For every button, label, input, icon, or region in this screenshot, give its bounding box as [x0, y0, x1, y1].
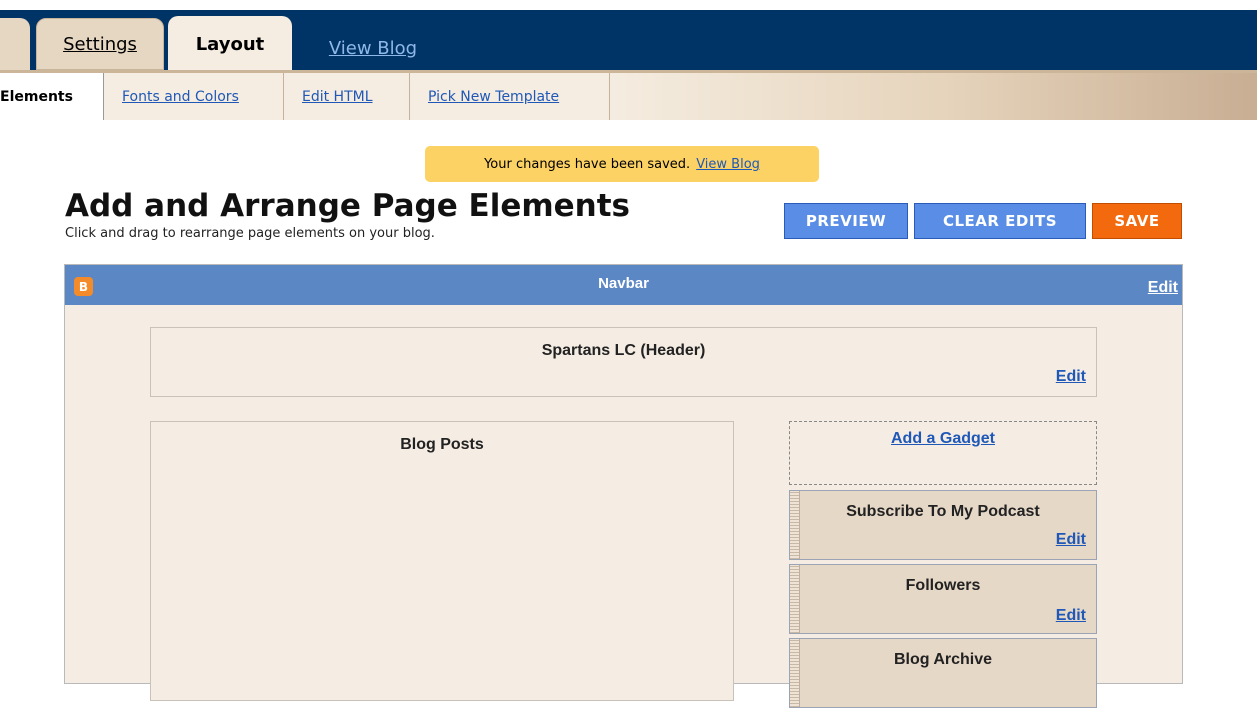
layout-canvas: B Navbar Edit Spartans LC (Header) Edit … — [64, 264, 1183, 708]
subnav-edit-html-link[interactable]: Edit HTML — [302, 89, 373, 105]
drag-handle[interactable] — [790, 639, 800, 707]
subnav-edit-html[interactable]: Edit HTML — [284, 73, 410, 120]
sidebar-widget-blog-archive[interactable]: Blog Archive — [789, 638, 1097, 708]
add-gadget-box[interactable]: Add a Gadget — [789, 421, 1097, 485]
blog-posts-title: Blog Posts — [400, 436, 484, 453]
subnav-pick-template[interactable]: Pick New Template — [410, 73, 610, 120]
tab-view-blog-label[interactable]: View Blog — [329, 38, 417, 59]
tab-layout[interactable]: Layout — [168, 16, 292, 72]
tab-settings[interactable]: Settings — [36, 18, 164, 70]
sidebar-widget-title: Blog Archive — [893, 651, 993, 668]
saved-notice-text: Your changes have been saved. — [484, 156, 691, 172]
sidebar-widget-title: Subscribe To My Podcast — [846, 503, 1040, 520]
subnav-fonts-link[interactable]: Fonts and Colors — [122, 89, 239, 105]
add-gadget-link[interactable]: Add a Gadget — [891, 430, 995, 448]
tab-layout-label: Layout — [195, 33, 265, 55]
tab-view-blog[interactable]: View Blog — [318, 22, 428, 74]
sidebar-widget-title: Followers — [905, 577, 981, 594]
page-subtitle: Click and drag to rearrange page element… — [65, 226, 435, 241]
preview-button[interactable]: PREVIEW — [784, 203, 908, 239]
sidebar-widget-podcast[interactable]: Subscribe To My Podcast Edit — [789, 490, 1097, 560]
sidebar-widget-edit-link[interactable]: Edit — [1056, 607, 1086, 625]
tab-previous[interactable] — [0, 18, 30, 70]
header-widget[interactable]: Spartans LC (Header) Edit — [150, 327, 1097, 397]
blog-posts-widget[interactable]: Blog Posts — [150, 421, 734, 701]
subnav-page-elements-label: Elements — [0, 88, 73, 105]
subnav-fonts-and-colors[interactable]: Fonts and Colors — [104, 73, 284, 120]
drag-handle[interactable] — [790, 565, 800, 633]
drag-handle[interactable] — [790, 491, 800, 559]
header-widget-title: Spartans LC (Header) — [541, 342, 706, 359]
header-widget-edit-link[interactable]: Edit — [1056, 368, 1086, 386]
navbar-title: Navbar — [598, 275, 649, 292]
subnav-page-elements[interactable]: Elements — [0, 73, 104, 120]
top-navigation: Settings Layout View Blog — [0, 0, 1257, 72]
layout-subnav: Elements Fonts and Colors Edit HTML Pick… — [0, 70, 1257, 120]
saved-notice-view-blog-link[interactable]: View Blog — [696, 157, 760, 172]
save-button[interactable]: SAVE — [1092, 203, 1182, 239]
page-title: Add and Arrange Page Elements — [65, 188, 631, 224]
sidebar-widget-followers[interactable]: Followers Edit — [789, 564, 1097, 634]
navbar-edit-link[interactable]: Edit — [1148, 279, 1178, 297]
clear-edits-button[interactable]: CLEAR EDITS — [914, 203, 1086, 239]
sidebar-widget-edit-link[interactable]: Edit — [1056, 531, 1086, 549]
subnav-pick-template-link[interactable]: Pick New Template — [428, 89, 559, 105]
saved-notice: Your changes have been saved. View Blog — [425, 146, 819, 182]
tab-settings-label[interactable]: Settings — [63, 34, 137, 55]
navbar-widget: B Navbar Edit — [65, 265, 1182, 305]
